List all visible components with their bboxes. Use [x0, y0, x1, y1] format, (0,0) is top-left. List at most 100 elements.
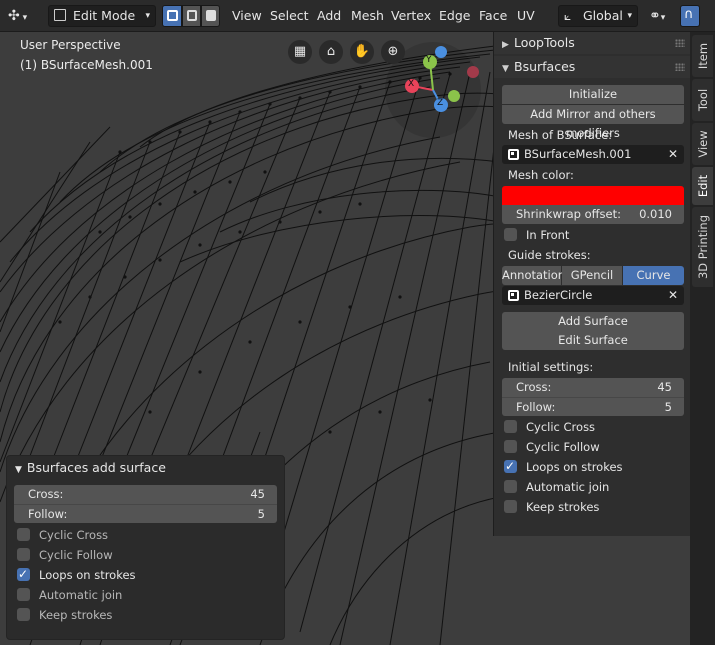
- checkbox-icon: [17, 588, 30, 601]
- follow-value: 5: [664, 400, 672, 414]
- face-select-icon: [206, 10, 216, 21]
- menu-uv[interactable]: UV: [511, 5, 541, 27]
- redo-cross-label: Cross:: [28, 487, 64, 501]
- mesh-of-bsurface-label: Mesh of BSurface:: [508, 128, 613, 142]
- edge-select-button[interactable]: [182, 5, 201, 27]
- camera-icon[interactable]: ⌂: [319, 40, 343, 64]
- cyclic-cross-checkbox[interactable]: Cyclic Cross: [504, 419, 595, 435]
- mesh-of-bsurface-field[interactable]: BSurfaceMesh.001 ✕: [502, 145, 684, 164]
- in-front-label: In Front: [526, 228, 570, 242]
- grid-view-icon[interactable]: ▦: [288, 40, 312, 64]
- cyclic-cross-label: Cyclic Cross: [526, 420, 596, 434]
- initial-settings-label: Initial settings:: [508, 360, 594, 374]
- pivot-link-icon[interactable]: ⚭▾: [643, 5, 671, 27]
- chevron-down-icon: ▾: [627, 11, 632, 21]
- redo-cyclic-cross-label: Cyclic Cross: [39, 528, 109, 542]
- hand-pan-icon[interactable]: ✋: [350, 40, 374, 64]
- redo-cyclic-cross-checkbox[interactable]: Cyclic Cross: [17, 527, 108, 543]
- redo-cross-field[interactable]: Cross: 45: [14, 485, 277, 504]
- orientation-dropdown[interactable]: ⟀ Global ▾: [558, 5, 638, 27]
- add-mirror-button[interactable]: Add Mirror and others modifiers: [502, 105, 684, 140]
- orientation-label: Global: [583, 8, 623, 23]
- cyclic-follow-label: Cyclic Follow: [526, 440, 600, 454]
- drag-grip-icon[interactable]: [675, 63, 685, 71]
- menu-add[interactable]: Add: [311, 5, 347, 27]
- bsurfaces-panel-header[interactable]: ▼ Bsurfaces: [494, 56, 691, 78]
- tab-3d-printing-label: 3D Printing: [695, 214, 710, 280]
- menu-view[interactable]: View: [226, 5, 268, 27]
- tab-tool[interactable]: Tool: [692, 79, 713, 121]
- gizmo-x-label: X: [408, 79, 415, 89]
- in-front-checkbox[interactable]: In Front: [504, 227, 569, 243]
- guide-strokes-label: Guide strokes:: [508, 248, 591, 262]
- redo-cross-value: 45: [250, 487, 265, 501]
- chevron-down-icon: ▾: [19, 13, 28, 23]
- cyclic-follow-checkbox[interactable]: Cyclic Follow: [504, 439, 600, 455]
- tab-view[interactable]: View: [692, 123, 713, 165]
- loops-on-strokes-checkbox[interactable]: Loops on strokes: [504, 458, 623, 475]
- mode-dropdown[interactable]: Edit Mode ▾: [48, 5, 156, 27]
- follow-field[interactable]: Follow: 5: [502, 397, 684, 416]
- menu-mesh[interactable]: Mesh: [345, 5, 390, 27]
- mesh-color-swatch[interactable]: [502, 186, 684, 205]
- redo-keep-strokes-checkbox[interactable]: Keep strokes: [17, 607, 112, 623]
- redo-cyclic-follow-label: Cyclic Follow: [39, 548, 113, 562]
- cross-value: 45: [657, 380, 672, 394]
- tab-edit[interactable]: Edit: [692, 167, 713, 205]
- sidebar-tabs: Item Tool View Edit 3D Printing: [690, 32, 715, 645]
- global-orientation-icon: ⟀: [564, 9, 572, 23]
- automatic-join-checkbox[interactable]: Automatic join: [504, 479, 609, 495]
- close-icon[interactable]: ✕: [668, 286, 678, 305]
- edge-select-icon: [187, 10, 197, 21]
- menu-edge[interactable]: Edge: [433, 5, 476, 27]
- tab-annotation[interactable]: Annotation: [502, 266, 565, 285]
- curve-object-field[interactable]: BezierCircle ✕: [502, 286, 684, 305]
- chevron-down-icon: ▼: [15, 465, 22, 475]
- tab-item[interactable]: Item: [692, 35, 713, 77]
- face-select-button[interactable]: [201, 5, 220, 27]
- checkbox-icon: [504, 480, 517, 493]
- initialize-button[interactable]: Initialize: [502, 85, 684, 104]
- loops-on-strokes-label: Loops on strokes: [526, 460, 623, 474]
- tab-view-label: View: [695, 130, 710, 158]
- redo-automatic-join-checkbox[interactable]: Automatic join: [17, 587, 122, 603]
- editor-type-dropdown[interactable]: ✣ ▾: [2, 5, 42, 27]
- magnet-icon: ∩: [684, 7, 694, 22]
- vertex-select-button[interactable]: [162, 5, 182, 27]
- zoom-icon[interactable]: ⊕: [381, 40, 405, 64]
- follow-label: Follow:: [516, 400, 556, 414]
- tab-tool-label: Tool: [695, 88, 710, 112]
- gizmo-y-label: Y: [426, 55, 432, 65]
- mode-label: Edit Mode: [73, 8, 136, 23]
- keep-strokes-checkbox[interactable]: Keep strokes: [504, 499, 599, 515]
- automatic-join-label: Automatic join: [526, 480, 610, 494]
- redo-follow-label: Follow:: [28, 507, 68, 521]
- gizmo-z-label: Z: [437, 98, 444, 108]
- redo-cyclic-follow-checkbox[interactable]: Cyclic Follow: [17, 547, 113, 563]
- snap-toggle[interactable]: ∩: [680, 5, 700, 27]
- add-surface-button[interactable]: Add Surface: [502, 312, 684, 331]
- tab-gpencil[interactable]: GPencil: [562, 266, 622, 285]
- menu-vertex[interactable]: Vertex: [385, 5, 437, 27]
- cross-field[interactable]: Cross: 45: [502, 378, 684, 397]
- tab-3d-printing[interactable]: 3D Printing: [692, 207, 713, 287]
- looptools-panel-header[interactable]: ▶ LoopTools: [494, 32, 691, 54]
- menu-face[interactable]: Face: [473, 5, 513, 27]
- keep-strokes-label: Keep strokes: [526, 500, 600, 514]
- checkbox-icon: [17, 548, 30, 561]
- tab-curve[interactable]: Curve: [623, 266, 684, 285]
- redo-panel-header[interactable]: ▼ Bsurfaces add surface: [15, 459, 166, 477]
- edit-surface-button[interactable]: Edit Surface: [502, 331, 684, 350]
- menu-select[interactable]: Select: [264, 5, 315, 27]
- chevron-down-icon: ▾: [145, 11, 150, 21]
- redo-loops-on-strokes-label: Loops on strokes: [39, 568, 136, 582]
- close-icon[interactable]: ✕: [668, 145, 678, 164]
- checkbox-icon: [17, 608, 30, 621]
- shrinkwrap-offset-label: Shrinkwrap offset:: [516, 207, 622, 221]
- redo-follow-value: 5: [257, 507, 265, 521]
- shrinkwrap-offset-field[interactable]: Shrinkwrap offset: 0.010: [502, 205, 684, 224]
- redo-follow-field[interactable]: Follow: 5: [14, 504, 277, 523]
- checkbox-icon: [17, 528, 30, 541]
- drag-grip-icon[interactable]: [675, 39, 685, 47]
- redo-loops-on-strokes-checkbox[interactable]: Loops on strokes: [17, 566, 136, 583]
